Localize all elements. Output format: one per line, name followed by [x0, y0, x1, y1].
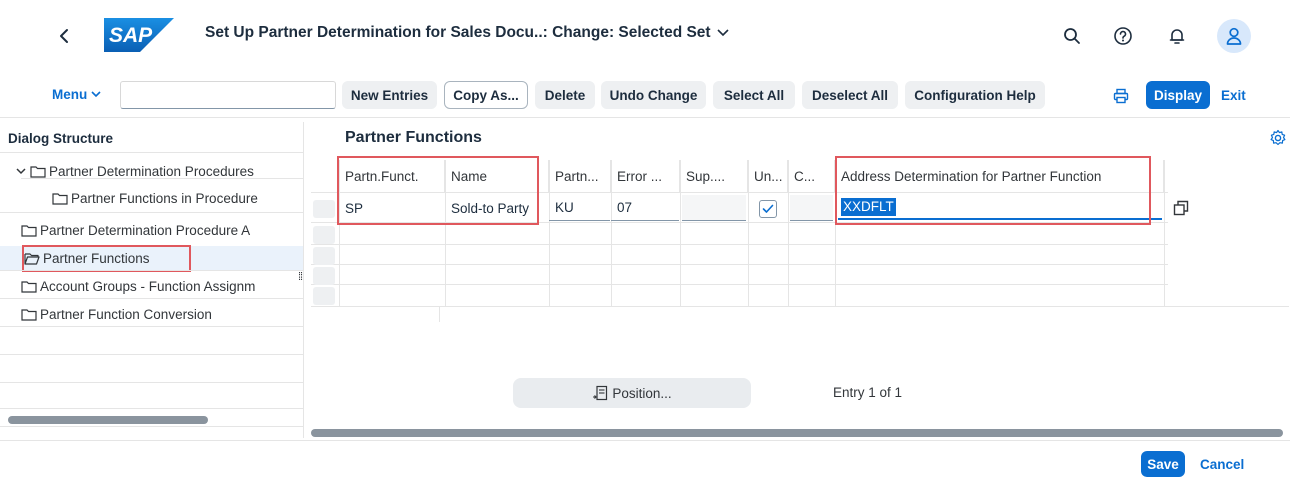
cell-sup[interactable] [682, 195, 746, 221]
display-button[interactable]: Display [1146, 81, 1210, 109]
save-button[interactable]: Save [1141, 451, 1185, 477]
sap-logo: SAP [104, 18, 174, 52]
user-icon[interactable] [1217, 19, 1251, 53]
chevron-down-icon [91, 90, 101, 97]
row-divider [311, 284, 1168, 285]
divider [0, 212, 304, 213]
column-divider [748, 160, 749, 306]
dialog-structure-header: Dialog Structure [8, 131, 114, 146]
column-header-unique[interactable]: Un... [748, 160, 788, 192]
folder-icon [30, 165, 46, 178]
footer-bar: Save Cancel [0, 440, 1290, 481]
cancel-button[interactable]: Cancel [1200, 451, 1244, 477]
row-selector[interactable] [313, 287, 335, 305]
tree-item-label: Partner Determination Procedure A [40, 222, 251, 238]
row-divider [311, 264, 1168, 265]
page-title-text: Set Up Partner Determination for Sales D… [205, 24, 711, 42]
position-label: Position... [612, 385, 672, 401]
back-icon[interactable] [50, 22, 78, 50]
partner-functions-panel: Partner Functions Partn.Funct. Name Part… [305, 122, 1290, 438]
row-selector[interactable] [313, 267, 335, 285]
divider [0, 298, 304, 299]
command-field[interactable] [120, 81, 361, 109]
toolbar: Menu New Entries Copy As... Delete Undo … [0, 72, 1290, 118]
tree-item-partner-determination-procedure-a[interactable]: Partner Determination Procedure A [21, 218, 250, 242]
checkmark-icon [762, 204, 774, 213]
column-divider [680, 160, 681, 306]
tree-item-label: Account Groups - Function Assignm [40, 278, 256, 294]
divider [0, 408, 304, 409]
position-icon [593, 385, 608, 401]
undo-change-button[interactable]: Undo Change [601, 81, 706, 109]
row-divider [311, 306, 1289, 307]
divider [0, 382, 304, 383]
menu-button[interactable]: Menu [52, 81, 101, 107]
tree-item-partner-function-conversion[interactable]: Partner Function Conversion [21, 302, 212, 326]
horizontal-scrollbar[interactable] [311, 429, 1283, 437]
column-divider [1164, 160, 1165, 306]
deselect-all-button[interactable]: Deselect All [802, 81, 898, 109]
cell-c[interactable] [790, 195, 833, 221]
tree-item-partner-determination-procedures[interactable]: Partner Determination Procedures [16, 159, 254, 183]
new-entries-button[interactable]: New Entries [342, 81, 437, 109]
divider [0, 152, 304, 153]
position-button[interactable]: Position... [513, 378, 751, 408]
exit-button[interactable]: Exit [1221, 81, 1246, 109]
highlight-address-determination [835, 156, 1151, 225]
folder-icon [52, 192, 68, 205]
column-divider [549, 160, 550, 306]
folder-icon [21, 224, 37, 237]
column-divider [439, 306, 440, 322]
row-divider [311, 244, 1168, 245]
partner-functions-table: Partn.Funct. Name Partn... Error ... Sup… [311, 156, 1289, 322]
chevron-down-icon[interactable] [16, 167, 26, 175]
dialog-structure-panel: Dialog Structure Partner Determination P… [0, 122, 304, 438]
print-icon[interactable] [1109, 84, 1133, 108]
selection-highlight [22, 245, 191, 272]
svg-text:SAP: SAP [109, 24, 153, 47]
settings-icon[interactable] [1269, 129, 1287, 147]
column-divider [611, 160, 612, 306]
tree-item-label: Partner Functions in Procedure [71, 190, 258, 206]
divider [0, 426, 304, 427]
tree-item-partner-functions-in-procedure[interactable]: Partner Functions in Procedure [52, 186, 258, 210]
page-title[interactable]: Set Up Partner Determination for Sales D… [205, 24, 729, 42]
unique-checkbox[interactable] [759, 200, 777, 218]
highlight-partner-function-name [337, 156, 539, 225]
value-help-icon[interactable] [1171, 198, 1191, 218]
copy-as-button[interactable]: Copy As... [444, 81, 528, 109]
search-icon[interactable] [1058, 22, 1086, 50]
row-selector[interactable] [313, 226, 335, 244]
tree-item-label: Partner Determination Procedures [49, 163, 254, 179]
horizontal-scrollbar[interactable] [8, 416, 208, 424]
section-title: Partner Functions [345, 129, 482, 146]
help-icon[interactable] [1109, 22, 1137, 50]
menu-label: Menu [52, 86, 88, 102]
divider [0, 354, 304, 355]
tree-item-account-groups[interactable]: Account Groups - Function Assignm [21, 274, 255, 298]
folder-icon [21, 308, 37, 321]
entry-count: Entry 1 of 1 [833, 385, 903, 400]
shell-bar: SAP Set Up Partner Determination for Sal… [0, 0, 1290, 72]
select-all-button[interactable]: Select All [713, 81, 795, 109]
column-divider [788, 160, 789, 306]
tree-item-label: Partner Function Conversion [40, 306, 212, 322]
delete-button[interactable]: Delete [535, 81, 595, 109]
bell-icon[interactable] [1163, 22, 1191, 50]
row-selector[interactable] [313, 200, 335, 218]
divider [0, 326, 304, 327]
chevron-down-icon [717, 24, 729, 42]
column-header-sup[interactable]: Sup.... [680, 160, 748, 192]
divider [21, 178, 304, 179]
row-selector[interactable] [313, 247, 335, 265]
cell-error[interactable]: 07 [611, 195, 679, 221]
folder-icon [21, 280, 37, 293]
column-header-c[interactable]: C... [788, 160, 835, 192]
divider [0, 270, 304, 271]
resize-handle[interactable]: ⁞⁞ [298, 272, 303, 283]
column-header-error[interactable]: Error ... [611, 160, 680, 192]
column-header-partner-type[interactable]: Partn... [549, 160, 611, 192]
configuration-help-button[interactable]: Configuration Help [905, 81, 1045, 109]
cell-partner-type[interactable]: KU [549, 195, 610, 221]
